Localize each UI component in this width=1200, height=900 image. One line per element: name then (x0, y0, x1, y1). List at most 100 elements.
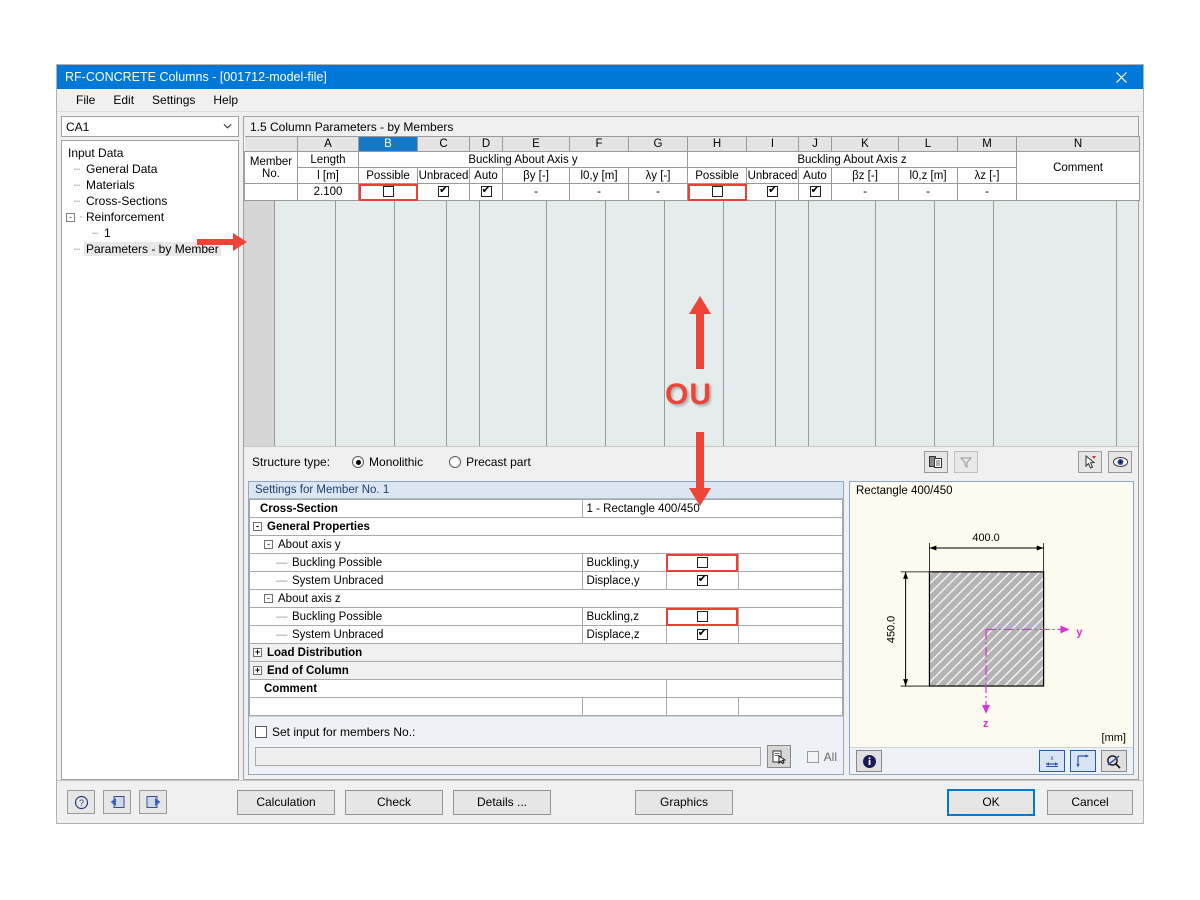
cell-y-possible[interactable] (358, 183, 418, 201)
cell-l0y[interactable]: - (569, 183, 629, 201)
cell-y-unbraced[interactable] (417, 183, 470, 201)
cell-lambda-z[interactable]: - (957, 183, 1017, 201)
checkbox-z-possible[interactable] (711, 186, 723, 198)
info-button[interactable] (856, 750, 882, 772)
menu-item-help[interactable]: Help (204, 91, 247, 109)
cross-section-canvas[interactable]: 400.0 450.0 y z [mm] (850, 497, 1133, 747)
axes-button[interactable] (1070, 750, 1096, 772)
details-button[interactable]: Details ... (453, 789, 551, 815)
check-button[interactable]: Check (345, 789, 443, 815)
header-length: Length (297, 151, 359, 168)
tree-item-reinforcement[interactable]: - · Reinforcement (64, 209, 236, 225)
members-input[interactable] (255, 747, 761, 766)
dimensions-button[interactable]: x (1039, 750, 1065, 772)
cell-member-no[interactable]: 1 (244, 183, 298, 201)
checkbox-y-possible[interactable] (382, 186, 394, 198)
checkbox-system-unbraced-y[interactable] (696, 573, 708, 586)
header-member-line1: Member (249, 155, 293, 168)
tree-item-reinforcement-1[interactable]: ┄ 1 (64, 225, 236, 241)
header-beta-y: βy [-] (502, 167, 570, 184)
set-input-checkbox-row[interactable]: Set input for members No.: (255, 725, 837, 739)
expander-about-axis-z[interactable]: - (264, 593, 273, 603)
menu-item-settings[interactable]: Settings (143, 91, 204, 109)
col-letter-I[interactable]: I (746, 136, 799, 152)
table-empty-area[interactable] (244, 201, 1138, 446)
tree-item-materials[interactable]: ┄ Materials (64, 177, 236, 193)
graphics-button[interactable]: Graphics (635, 789, 733, 815)
ok-button[interactable]: OK (947, 788, 1035, 816)
checkbox-z-auto[interactable] (809, 185, 821, 198)
all-checkbox-row[interactable]: All (806, 750, 837, 764)
checkbox-all[interactable] (806, 750, 819, 763)
checkbox-y-auto[interactable] (480, 185, 492, 198)
pick-members-button[interactable] (766, 745, 791, 768)
previous-button[interactable] (103, 790, 131, 814)
radio-monolithic-dot (352, 456, 365, 468)
prop-value-cross-section[interactable]: 1 - Rectangle 400/450 (581, 499, 844, 518)
tree-item-parameters-by-member[interactable]: ┄ Parameters - by Member (64, 241, 236, 257)
header-member-no: Member No. (244, 151, 298, 184)
cell-length[interactable]: 2.100 (297, 183, 359, 201)
col-letter-F[interactable]: F (569, 136, 629, 152)
tree-collapse-icon[interactable]: - (66, 212, 75, 222)
expander-end-of-column[interactable]: + (253, 665, 262, 675)
expander-about-axis-y[interactable]: - (264, 539, 273, 549)
col-letter-J[interactable]: J (798, 136, 832, 152)
prop-value-system-unbraced-y[interactable] (665, 571, 739, 590)
filter-button[interactable] (954, 451, 978, 473)
close-button[interactable] (1099, 65, 1143, 89)
calculation-button[interactable]: Calculation (237, 789, 335, 815)
radio-precast-dot (449, 456, 462, 468)
cell-beta-y[interactable]: - (502, 183, 570, 201)
prop-value-system-unbraced-z[interactable] (665, 625, 739, 644)
help-button[interactable]: ? (67, 790, 95, 814)
cell-lambda-y[interactable]: - (628, 183, 688, 201)
radio-monolithic[interactable]: Monolithic (352, 455, 423, 469)
checkbox-z-unbraced[interactable] (767, 185, 778, 198)
expander-general-properties[interactable]: - (253, 521, 262, 531)
view-button[interactable] (1108, 451, 1132, 473)
cell-comment[interactable] (1016, 183, 1140, 201)
checkbox-set-input[interactable] (255, 726, 267, 738)
checkbox-y-unbraced[interactable] (438, 185, 449, 198)
window-title: RF-CONCRETE Columns - [001712-model-file… (65, 70, 327, 84)
tree-item-cross-sections[interactable]: ┄ Cross-Sections (64, 193, 236, 209)
next-button[interactable] (139, 790, 167, 814)
cell-beta-z[interactable]: - (831, 183, 899, 201)
col-letter-N[interactable]: N (1016, 136, 1140, 152)
menu-item-file[interactable]: File (67, 91, 104, 109)
tree-item-input-data[interactable]: Input Data (64, 145, 236, 161)
col-letter-C[interactable]: C (417, 136, 470, 152)
col-letter-E[interactable]: E (502, 136, 570, 152)
checkbox-buckling-possible-z[interactable] (696, 610, 708, 622)
cancel-button[interactable]: Cancel (1047, 789, 1133, 815)
col-letter-B[interactable]: B (358, 136, 418, 152)
pick-button[interactable] (1078, 451, 1102, 473)
tree-label: Input Data (68, 146, 124, 160)
case-select[interactable]: CA1 (61, 116, 239, 137)
copy-button[interactable] (924, 451, 948, 473)
zoom-reset-button[interactable] (1101, 750, 1127, 772)
prop-value-buckling-possible-y[interactable] (665, 553, 739, 572)
col-letter-D[interactable]: D (469, 136, 503, 152)
col-letter-K[interactable]: K (831, 136, 899, 152)
prop-value-buckling-possible-z[interactable] (665, 607, 739, 626)
tree-item-general-data[interactable]: ┄ General Data (64, 161, 236, 177)
menu-item-edit[interactable]: Edit (104, 91, 143, 109)
col-letter-M[interactable]: M (957, 136, 1017, 152)
radio-precast-part[interactable]: Precast part (449, 455, 531, 469)
col-letter-A[interactable]: A (297, 136, 359, 152)
cell-z-possible[interactable] (687, 183, 747, 201)
checkbox-system-unbraced-z[interactable] (696, 627, 708, 640)
cell-l0z[interactable]: - (898, 183, 958, 201)
col-letter-G[interactable]: G (628, 136, 688, 152)
expander-load-distribution[interactable]: + (253, 647, 262, 657)
checkbox-buckling-possible-y[interactable] (696, 556, 708, 568)
col-letter-L[interactable]: L (898, 136, 958, 152)
cell-z-unbraced[interactable] (746, 183, 799, 201)
col-letter-H[interactable]: H (687, 136, 747, 152)
panel-header: 1.5 Column Parameters - by Members (243, 116, 1139, 136)
cell-z-auto[interactable] (798, 183, 832, 201)
prop-value-comment[interactable] (665, 679, 844, 698)
cell-y-auto[interactable] (469, 183, 503, 201)
